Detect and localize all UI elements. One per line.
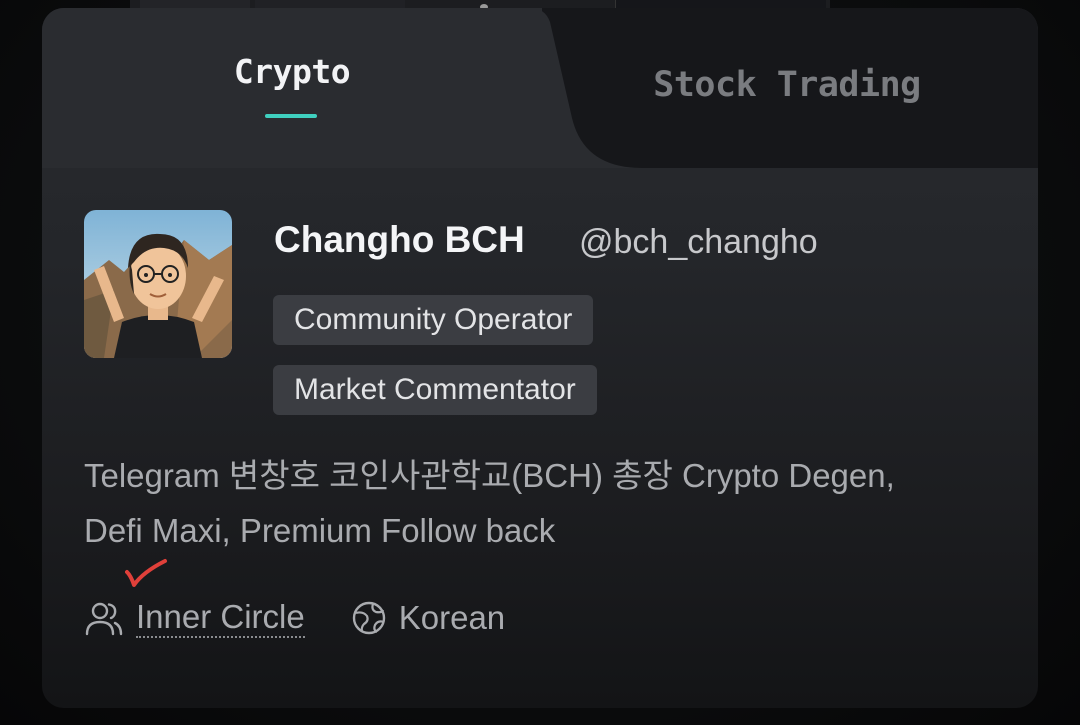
tab-stock-trading[interactable]: Stock Trading [602,65,972,105]
profile-card: Crypto Stock Trading Changho BCH @bch_ch… [42,8,1038,708]
role-badge-community-operator: Community Operator [273,295,594,345]
username-handle: @bch_changho [579,223,818,261]
users-icon [85,602,123,636]
profile-meta-row: Inner Circle Korean [84,596,505,640]
red-checkmark-annotation [125,559,167,587]
bio-line-1: Telegram 변창호 코인사관학교(BCH) 총장 Crypto Degen… [84,457,895,494]
avatar[interactable] [84,210,232,358]
language-label: Korean [398,599,506,636]
globe-icon [352,601,385,635]
inner-circle-link[interactable]: Inner Circle [136,598,305,638]
active-tab-indicator [265,114,317,118]
display-name: Changho BCH [274,219,525,260]
role-badge-market-commentator: Market Commentator [273,365,597,415]
bio-text: Telegram 변창호 코인사관학교(BCH) 총장 Crypto Degen… [84,448,1014,558]
bio-line-2: Defi Maxi, Premium Follow back [84,512,556,549]
screen: Crypto Stock Trading Changho BCH @bch_ch… [0,0,1080,725]
tab-crypto[interactable]: Crypto [202,52,382,91]
